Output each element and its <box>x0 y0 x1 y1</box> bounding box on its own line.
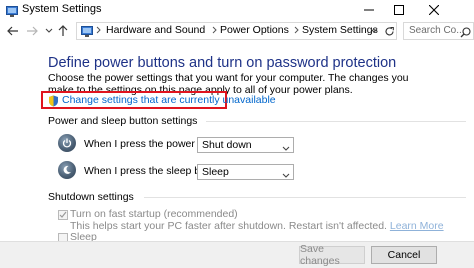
save-changes-button[interactable]: Save changes <box>299 243 365 267</box>
breadcrumb-separator-icon <box>294 26 300 36</box>
forward-arrow-icon[interactable] <box>25 24 39 38</box>
cancel-button[interactable]: Cancel <box>371 246 437 264</box>
fast-startup-description-text: This helps start your PC faster after sh… <box>70 220 387 232</box>
recent-locations-chevron-icon[interactable] <box>42 24 56 38</box>
section-divider <box>206 121 466 122</box>
shutdown-section-title: Shutdown settings <box>48 191 134 203</box>
control-panel-small-icon <box>80 24 94 38</box>
breadcrumb-separator-icon <box>96 26 102 36</box>
section-divider <box>144 197 466 198</box>
up-arrow-icon[interactable] <box>56 24 70 38</box>
sleep-button-icon <box>58 161 76 179</box>
close-button[interactable] <box>414 0 454 20</box>
minimize-button[interactable] <box>354 0 384 20</box>
window-title: System Settings <box>22 3 102 15</box>
breadcrumb-power-options[interactable]: Power Options <box>220 24 289 36</box>
power-button-value: Shut down <box>202 139 252 151</box>
sleep-button-select[interactable]: Sleep <box>197 164 294 180</box>
breadcrumb-separator-icon <box>212 26 218 36</box>
learn-more-link[interactable]: Learn More <box>390 220 444 232</box>
refresh-icon[interactable] <box>382 24 396 38</box>
power-button-select[interactable]: Shut down <box>197 137 294 153</box>
maximize-button[interactable] <box>384 0 414 20</box>
fast-startup-label: Turn on fast startup (recommended) <box>70 208 238 220</box>
back-arrow-icon[interactable] <box>6 24 20 38</box>
page-title: Define power buttons and turn on passwor… <box>48 55 397 71</box>
chevron-down-icon <box>282 169 290 183</box>
fast-startup-checkbox[interactable] <box>58 210 68 220</box>
breadcrumb-hardware-and-sound[interactable]: Hardware and Sound <box>106 24 205 36</box>
search-placeholder: Search Co... <box>409 25 465 36</box>
change-settings-link[interactable]: Change settings that are currently unava… <box>62 94 276 106</box>
uac-shield-icon <box>48 94 59 107</box>
power-button-icon <box>58 134 76 152</box>
search-icon[interactable] <box>460 25 471 43</box>
chevron-down-icon <box>282 142 290 156</box>
address-dropdown-chevron-icon[interactable] <box>367 24 381 38</box>
power-sleep-section-title: Power and sleep button settings <box>48 115 198 127</box>
fast-startup-description: This helps start your PC faster after sh… <box>70 220 444 232</box>
sleep-button-value: Sleep <box>202 166 229 178</box>
control-panel-icon <box>6 4 18 17</box>
